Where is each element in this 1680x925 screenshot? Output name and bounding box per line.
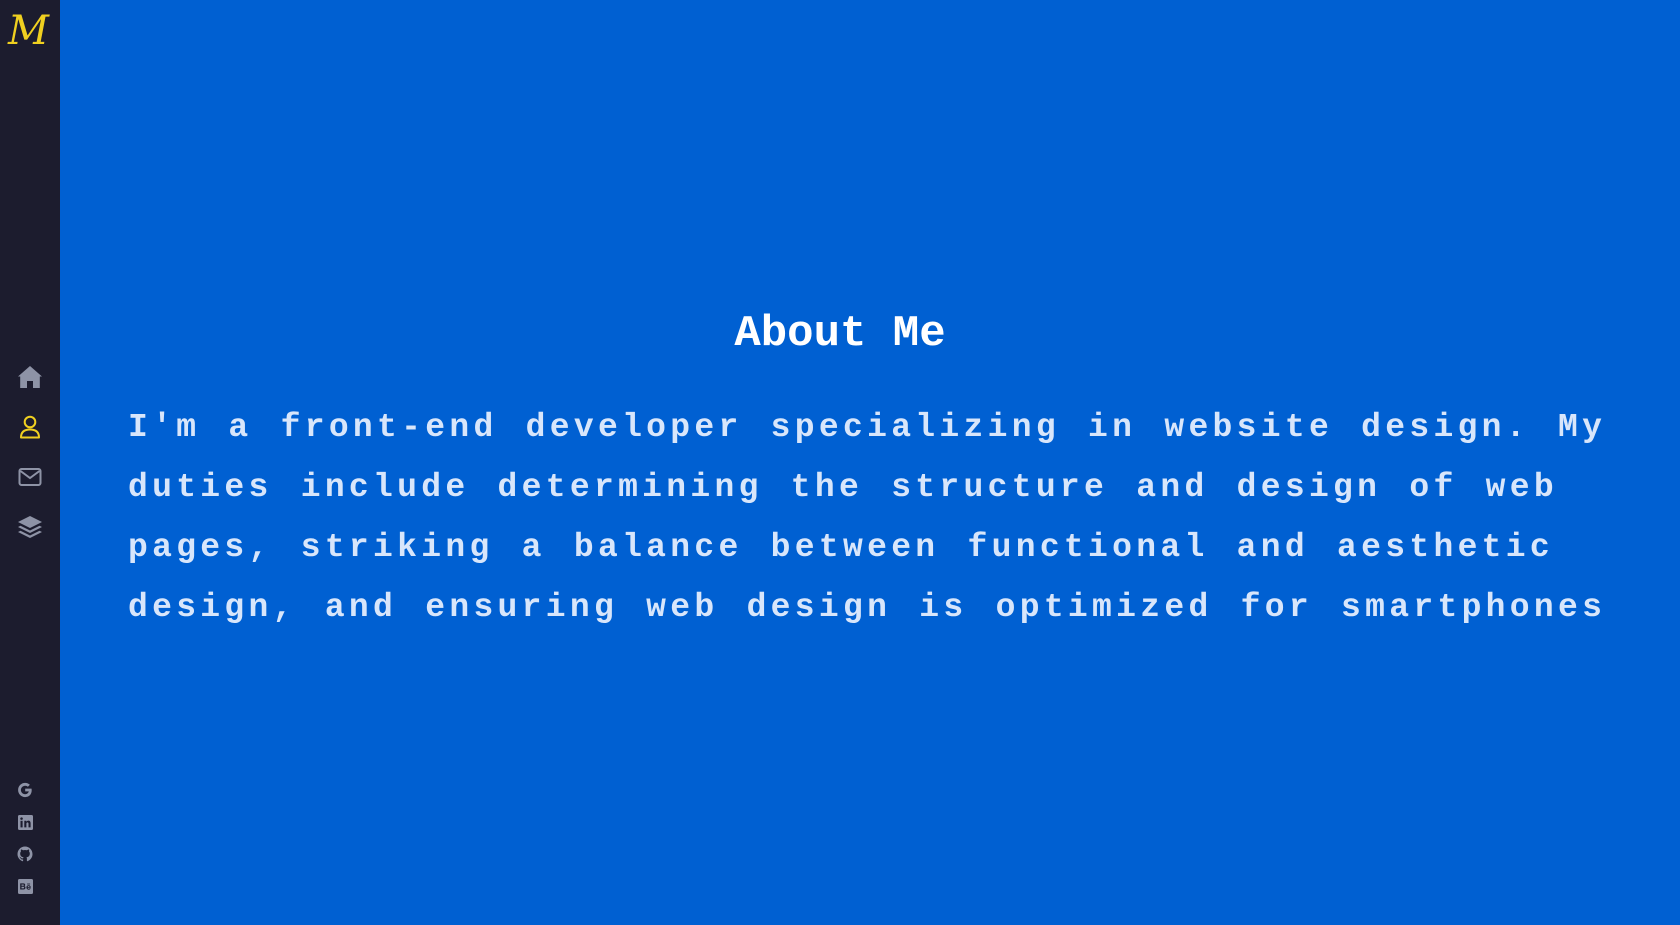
home-icon [18,366,42,388]
social-links [12,774,38,902]
nav-item-projects[interactable] [0,502,60,552]
site-logo[interactable]: M [8,6,60,56]
user-icon [20,415,40,439]
mail-icon [18,468,42,486]
social-github[interactable] [12,838,38,870]
about-text: I'm a front-end developer specializing i… [128,409,1607,626]
about-section: About Me [0,306,1680,362]
logo-text: M [8,8,49,54]
sidebar-nav [0,352,60,552]
layers-icon [18,516,42,538]
nav-item-contact[interactable] [0,452,60,502]
behance-icon [17,878,33,894]
social-linkedin[interactable] [12,806,38,838]
github-icon [17,846,33,862]
social-behance[interactable] [12,870,38,902]
main-content: About Me I'm a front-end developer speci… [60,0,1680,925]
linkedin-icon [17,814,33,830]
social-google[interactable] [12,774,38,806]
google-icon [18,782,32,798]
about-title: About Me [734,309,946,359]
sidebar: M [0,0,60,925]
nav-item-about[interactable] [0,402,60,452]
